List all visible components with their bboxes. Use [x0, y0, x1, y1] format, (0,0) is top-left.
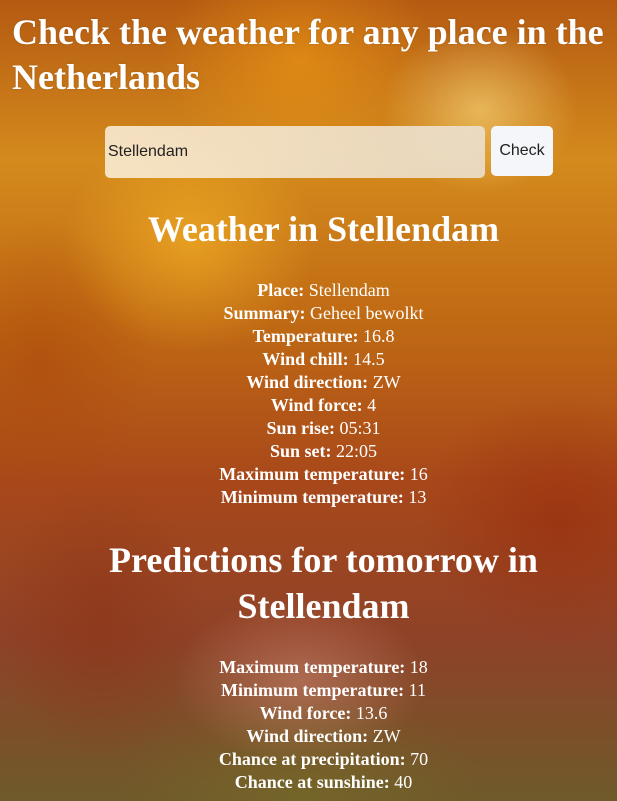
tomorrow-forecast-list: Maximum temperature: 18 Minimum temperat… [0, 656, 617, 794]
row-label: Sun rise: [266, 418, 335, 438]
row-value: 11 [408, 680, 426, 700]
row-value: 14.5 [353, 349, 385, 369]
tomorrow-heading-line1: Predictions for tomorrow in [109, 540, 538, 580]
row-value: Stellendam [308, 280, 390, 300]
row-value: ZW [372, 372, 401, 392]
row-label: Chance at precipitation: [218, 749, 406, 769]
check-button[interactable]: Check [491, 126, 553, 176]
current-sun-set-row: Sun set: 22:05 [0, 440, 617, 463]
current-wind-direction-row: Wind direction: ZW [0, 371, 617, 394]
tomorrow-wind-force-row: Wind force: 13.6 [0, 702, 617, 725]
place-search-input[interactable] [105, 126, 485, 178]
row-value: 22:05 [336, 441, 378, 461]
current-weather-list: Place: Stellendam Summary: Geheel bewolk… [0, 279, 617, 509]
tomorrow-forecast-heading: Predictions for tomorrow in Stellendam [0, 537, 617, 629]
current-place-row: Place: Stellendam [0, 279, 617, 302]
row-value: 13.6 [355, 703, 388, 723]
row-value: 16.8 [362, 326, 395, 346]
row-label: Summary: [223, 303, 306, 323]
row-label: Wind chill: [262, 349, 349, 369]
current-wind-force-row: Wind force: 4 [0, 394, 617, 417]
row-value: 40 [394, 772, 413, 792]
current-min-temperature-row: Minimum temperature: 13 [0, 486, 617, 509]
tomorrow-wind-direction-row: Wind direction: ZW [0, 725, 617, 748]
row-label: Wind force: [270, 395, 363, 415]
row-value: 13 [408, 487, 427, 507]
current-sun-rise-row: Sun rise: 05:31 [0, 417, 617, 440]
tomorrow-sunshine-row: Chance at sunshine: 40 [0, 771, 617, 794]
current-temperature-row: Temperature: 16.8 [0, 325, 617, 348]
tomorrow-max-temperature-row: Maximum temperature: 18 [0, 656, 617, 679]
row-value: 18 [409, 657, 428, 677]
row-label: Maximum temperature: [219, 464, 406, 484]
row-value: 05:31 [339, 418, 381, 438]
current-weather-heading: Weather in Stellendam [147, 209, 500, 249]
row-label: Minimum temperature: [221, 680, 405, 700]
row-label: Wind force: [259, 703, 352, 723]
row-value: ZW [372, 726, 401, 746]
row-value: 4 [367, 395, 377, 415]
tomorrow-min-temperature-row: Minimum temperature: 11 [0, 679, 617, 702]
tomorrow-heading-line2: Stellendam [237, 586, 410, 626]
current-max-temperature-row: Maximum temperature: 16 [0, 463, 617, 486]
row-value: 70 [410, 749, 429, 769]
row-label: Wind direction: [246, 726, 369, 746]
current-summary-row: Summary: Geheel bewolkt [0, 302, 617, 325]
row-label: Place: [257, 280, 305, 300]
row-label: Temperature: [252, 326, 359, 346]
page-title: Check the weather for any place in the N… [12, 12, 604, 97]
row-label: Wind direction: [246, 372, 369, 392]
row-label: Maximum temperature: [219, 657, 406, 677]
tomorrow-precipitation-row: Chance at precipitation: 70 [0, 748, 617, 771]
current-wind-chill-row: Wind chill: 14.5 [0, 348, 617, 371]
row-label: Chance at sunshine: [234, 772, 390, 792]
row-value: Geheel bewolkt [310, 303, 424, 323]
row-value: 16 [409, 464, 428, 484]
row-label: Minimum temperature: [220, 487, 404, 507]
row-label: Sun set: [269, 441, 332, 461]
search-form: Check [105, 126, 553, 178]
